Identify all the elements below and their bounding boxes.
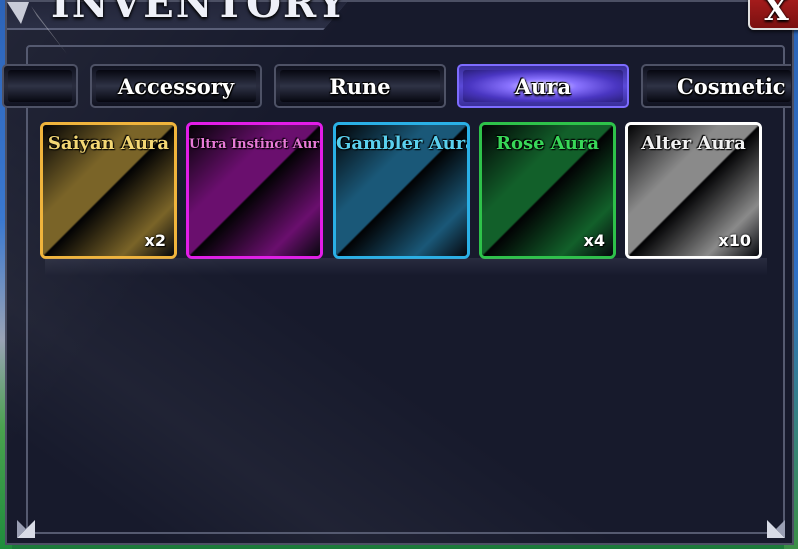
item-card-rose-aura[interactable]: Rose Aura x4 xyxy=(479,122,616,259)
items-frame xyxy=(26,45,785,534)
tab-previous-partial[interactable] xyxy=(2,64,78,108)
close-icon: X xyxy=(764,0,789,28)
corner-ornament-icon xyxy=(17,520,35,538)
inventory-panel: INVENTORY Accessory Rune Aura Cosmetic S… xyxy=(2,0,794,545)
tab-accessory[interactable]: Accessory xyxy=(90,64,262,108)
item-card-gambler-aura[interactable]: Gambler Aura xyxy=(333,122,470,259)
tab-label: Rune xyxy=(329,73,391,99)
item-card-saiyan-aura[interactable]: Saiyan Aura x2 xyxy=(40,122,177,259)
item-card-alter-aura[interactable]: Alter Aura x10 xyxy=(625,122,762,259)
tab-aura[interactable]: Aura xyxy=(457,64,629,108)
corner-ornament-icon xyxy=(767,520,785,538)
item-card-ultra-instinct-aura[interactable]: Ultra Instinct Aura xyxy=(186,122,323,259)
tab-label: Cosmetic xyxy=(677,73,786,99)
card-row-reflection xyxy=(45,258,767,276)
item-name: Saiyan Aura xyxy=(47,133,170,154)
item-name: Rose Aura xyxy=(495,133,600,154)
item-quantity: x10 xyxy=(718,231,751,250)
tab-label: Accessory xyxy=(117,73,235,99)
inventory-title: INVENTORY xyxy=(51,0,348,27)
tab-rune[interactable]: Rune xyxy=(274,64,446,108)
item-name: Gambler Aura xyxy=(336,133,470,154)
item-name: Alter Aura xyxy=(641,133,746,154)
item-quantity: x4 xyxy=(583,231,605,250)
item-name: Ultra Instinct Aura xyxy=(189,137,323,152)
tab-cosmetic[interactable]: Cosmetic xyxy=(641,64,791,108)
close-button[interactable]: X xyxy=(748,0,798,30)
tab-label: Aura xyxy=(514,73,572,99)
item-quantity: x2 xyxy=(144,231,166,250)
